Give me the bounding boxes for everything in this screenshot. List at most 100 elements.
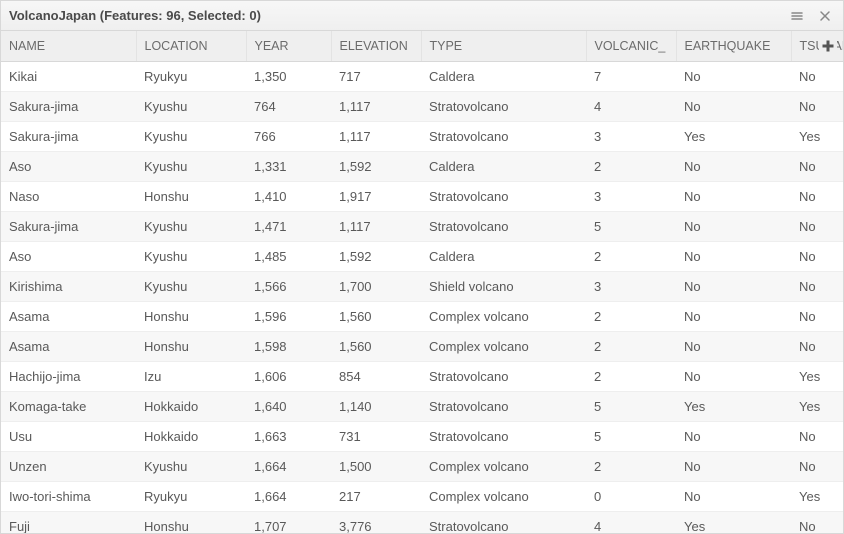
cell-year: 1,596 <box>246 302 331 332</box>
add-column-button[interactable] <box>819 37 837 55</box>
cell-elevation: 717 <box>331 62 421 92</box>
cell-name: Kikai <box>1 62 136 92</box>
cell-elevation: 1,700 <box>331 272 421 302</box>
cell-location: Kyushu <box>136 272 246 302</box>
table-row[interactable]: FujiHonshu1,7073,776Stratovolcano4YesNo <box>1 512 843 534</box>
cell-vei: 5 <box>586 212 676 242</box>
cell-earthquake: Yes <box>676 122 791 152</box>
cell-location: Hokkaido <box>136 392 246 422</box>
cell-elevation: 1,592 <box>331 242 421 272</box>
cell-name: Sakura-jima <box>1 122 136 152</box>
cell-tsunami: No <box>791 452 843 482</box>
cell-location: Kyushu <box>136 212 246 242</box>
table-row[interactable]: KikaiRyukyu1,350717Caldera7NoNo <box>1 62 843 92</box>
header-row: NAME LOCATION YEAR ELEVATION TYPE VOLCAN… <box>1 31 843 62</box>
cell-year: 766 <box>246 122 331 152</box>
close-button[interactable] <box>815 6 835 26</box>
cell-location: Kyushu <box>136 92 246 122</box>
cell-earthquake: No <box>676 92 791 122</box>
table-row[interactable]: Sakura-jimaKyushu7641,117Stratovolcano4N… <box>1 92 843 122</box>
cell-tsunami: No <box>791 272 843 302</box>
cell-location: Honshu <box>136 182 246 212</box>
cell-tsunami: Yes <box>791 362 843 392</box>
col-header-volcanic[interactable]: VOLCANIC_ <box>586 31 676 62</box>
cell-type: Complex volcano <box>421 452 586 482</box>
cell-vei: 3 <box>586 272 676 302</box>
cell-location: Ryukyu <box>136 62 246 92</box>
cell-earthquake: No <box>676 62 791 92</box>
col-header-earthquake[interactable]: EARTHQUAKE <box>676 31 791 62</box>
table-row[interactable]: AsamaHonshu1,5981,560Complex volcano2NoN… <box>1 332 843 362</box>
cell-tsunami: No <box>791 332 843 362</box>
attribute-table-panel: VolcanoJapan (Features: 96, Selected: 0)… <box>0 0 844 534</box>
cell-earthquake: No <box>676 482 791 512</box>
cell-earthquake: No <box>676 302 791 332</box>
cell-name: Unzen <box>1 452 136 482</box>
cell-year: 764 <box>246 92 331 122</box>
cell-name: Kirishima <box>1 272 136 302</box>
col-header-name[interactable]: NAME <box>1 31 136 62</box>
table-row[interactable]: UsuHokkaido1,663731Stratovolcano5NoNo <box>1 422 843 452</box>
col-header-year[interactable]: YEAR <box>246 31 331 62</box>
cell-type: Shield volcano <box>421 272 586 302</box>
table-row[interactable]: AsoKyushu1,3311,592Caldera2NoNo <box>1 152 843 182</box>
cell-year: 1,663 <box>246 422 331 452</box>
col-header-type[interactable]: TYPE <box>421 31 586 62</box>
menu-button[interactable] <box>787 6 807 26</box>
cell-elevation: 1,140 <box>331 392 421 422</box>
cell-elevation: 1,117 <box>331 122 421 152</box>
table-row[interactable]: UnzenKyushu1,6641,500Complex volcano2NoN… <box>1 452 843 482</box>
cell-location: Kyushu <box>136 242 246 272</box>
cell-name: Asama <box>1 302 136 332</box>
cell-location: Honshu <box>136 302 246 332</box>
table-row[interactable]: AsoKyushu1,4851,592Caldera2NoNo <box>1 242 843 272</box>
cell-name: Fuji <box>1 512 136 534</box>
cell-vei: 4 <box>586 512 676 534</box>
cell-year: 1,598 <box>246 332 331 362</box>
cell-vei: 3 <box>586 182 676 212</box>
table-row[interactable]: Komaga-takeHokkaido1,6401,140Stratovolca… <box>1 392 843 422</box>
cell-earthquake: No <box>676 332 791 362</box>
cell-vei: 5 <box>586 422 676 452</box>
cell-type: Caldera <box>421 62 586 92</box>
cell-vei: 2 <box>586 242 676 272</box>
table-row[interactable]: AsamaHonshu1,5961,560Complex volcano2NoN… <box>1 302 843 332</box>
col-header-elevation[interactable]: ELEVATION <box>331 31 421 62</box>
cell-name: Aso <box>1 242 136 272</box>
table-row[interactable]: Sakura-jimaKyushu1,4711,117Stratovolcano… <box>1 212 843 242</box>
panel-title: VolcanoJapan (Features: 96, Selected: 0) <box>9 8 779 23</box>
close-icon <box>818 9 832 23</box>
cell-name: Aso <box>1 152 136 182</box>
cell-tsunami: Yes <box>791 122 843 152</box>
table-row[interactable]: Sakura-jimaKyushu7661,117Stratovolcano3Y… <box>1 122 843 152</box>
cell-year: 1,664 <box>246 452 331 482</box>
cell-name: Asama <box>1 332 136 362</box>
cell-location: Kyushu <box>136 452 246 482</box>
table-row[interactable]: Iwo-tori-shimaRyukyu1,664217Complex volc… <box>1 482 843 512</box>
col-header-location[interactable]: LOCATION <box>136 31 246 62</box>
table-body: KikaiRyukyu1,350717Caldera7NoNoSakura-ji… <box>1 62 843 534</box>
table-row[interactable]: Hachijo-jimaIzu1,606854Stratovolcano2NoY… <box>1 362 843 392</box>
cell-vei: 0 <box>586 482 676 512</box>
cell-elevation: 1,592 <box>331 152 421 182</box>
cell-year: 1,471 <box>246 212 331 242</box>
cell-elevation: 1,560 <box>331 332 421 362</box>
cell-name: Sakura-jima <box>1 212 136 242</box>
cell-year: 1,707 <box>246 512 331 534</box>
table-scroll-area[interactable]: NAME LOCATION YEAR ELEVATION TYPE VOLCAN… <box>1 31 843 533</box>
cell-year: 1,664 <box>246 482 331 512</box>
table-row[interactable]: KirishimaKyushu1,5661,700Shield volcano3… <box>1 272 843 302</box>
cell-location: Hokkaido <box>136 422 246 452</box>
cell-vei: 2 <box>586 452 676 482</box>
cell-earthquake: No <box>676 182 791 212</box>
cell-year: 1,485 <box>246 242 331 272</box>
cell-type: Caldera <box>421 242 586 272</box>
cell-name: Sakura-jima <box>1 92 136 122</box>
cell-tsunami: No <box>791 212 843 242</box>
cell-vei: 2 <box>586 302 676 332</box>
cell-vei: 3 <box>586 122 676 152</box>
cell-elevation: 854 <box>331 362 421 392</box>
cell-year: 1,566 <box>246 272 331 302</box>
cell-name: Naso <box>1 182 136 212</box>
table-row[interactable]: NasoHonshu1,4101,917Stratovolcano3NoNo <box>1 182 843 212</box>
